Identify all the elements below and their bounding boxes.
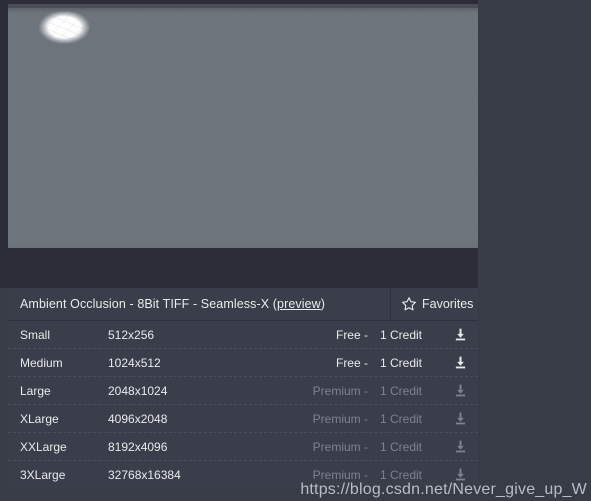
size-row-credit: 1 Credit (380, 383, 423, 398)
texture-edge-top (8, 8, 478, 13)
size-row-dimensions: 32768x16384 (108, 467, 181, 482)
download-options-panel: Ambient Occlusion - 8Bit TIFF - Seamless… (8, 288, 478, 488)
size-row[interactable]: Large 2048x1024 Premium - 1 Credit (8, 377, 478, 405)
texture-grain-overlay (8, 8, 478, 248)
size-row-tier: Free - (335, 355, 368, 370)
size-row-name: XLarge (20, 411, 59, 426)
star-outline-icon (401, 296, 417, 312)
map-type-title-prefix: Ambient Occlusion - 8Bit TIFF - Seamless… (20, 297, 278, 311)
favorites-label: Favorites (422, 297, 474, 311)
size-row-credit: 1 Credit (380, 411, 423, 426)
download-icon (455, 440, 465, 453)
size-row-tier: Premium - (312, 383, 368, 398)
download-button[interactable] (442, 355, 478, 370)
texture-preview-image[interactable] (8, 4, 478, 248)
texture-edge-bottom (8, 243, 478, 248)
preview-link-label: preview (277, 297, 321, 311)
size-row[interactable]: XLarge 4096x2048 Premium - 1 Credit (8, 405, 478, 433)
download-button[interactable] (442, 383, 478, 398)
size-row-credit: 1 Credit (380, 467, 423, 482)
download-button[interactable] (442, 467, 478, 482)
preview-area (0, 0, 478, 288)
size-row-tier: Premium - (312, 411, 368, 426)
size-row-dimensions: 8192x4096 (108, 439, 168, 454)
download-icon (455, 468, 465, 481)
size-row-tier: Premium - (312, 467, 368, 482)
size-row[interactable]: Small 512x256 Free - 1 Credit (8, 321, 478, 349)
map-type-title: Ambient Occlusion - 8Bit TIFF - Seamless… (8, 297, 390, 311)
size-row-name: Large (20, 383, 51, 398)
size-row-name: Small (20, 327, 51, 342)
size-row[interactable]: Medium 1024x512 Free - 1 Credit (8, 349, 478, 377)
app-root: Ambient Occlusion - 8Bit TIFF - Seamless… (0, 0, 591, 501)
size-row-tier: Free - (335, 327, 368, 342)
watermark-url: https://blog.csdn.net/Never_give_up_W (300, 481, 587, 498)
favorites-button[interactable]: Favorites (390, 288, 478, 320)
download-button[interactable] (442, 411, 478, 426)
size-row-credit: 1 Credit (380, 327, 423, 342)
panel-header: Ambient Occlusion - 8Bit TIFF - Seamless… (8, 288, 478, 321)
size-row-dimensions: 4096x2048 (108, 411, 168, 426)
download-icon (455, 384, 465, 397)
size-rows-list: Small 512x256 Free - 1 Credit Medium 1024x512… (8, 321, 478, 488)
download-icon (455, 356, 465, 369)
size-row-dimensions: 512x256 (108, 327, 155, 342)
download-button[interactable] (442, 439, 478, 454)
size-row-name: XXLarge (20, 439, 67, 454)
size-row-name: Medium (20, 355, 63, 370)
download-button[interactable] (442, 327, 478, 342)
stone-texture (8, 8, 478, 248)
size-row-credit: 1 Credit (380, 355, 423, 370)
size-row-name: 3XLarge (20, 467, 66, 482)
size-row-credit: 1 Credit (380, 439, 423, 454)
size-row-tier: Premium - (312, 439, 368, 454)
map-type-title-suffix: ) (320, 297, 326, 311)
download-icon (455, 412, 465, 425)
size-row-dimensions: 2048x1024 (108, 383, 168, 398)
download-icon (455, 328, 465, 341)
size-row[interactable]: XXLarge 8192x4096 Premium - 1 Credit (8, 433, 478, 461)
size-row-dimensions: 1024x512 (108, 355, 161, 370)
preview-link[interactable]: preview (277, 297, 321, 311)
